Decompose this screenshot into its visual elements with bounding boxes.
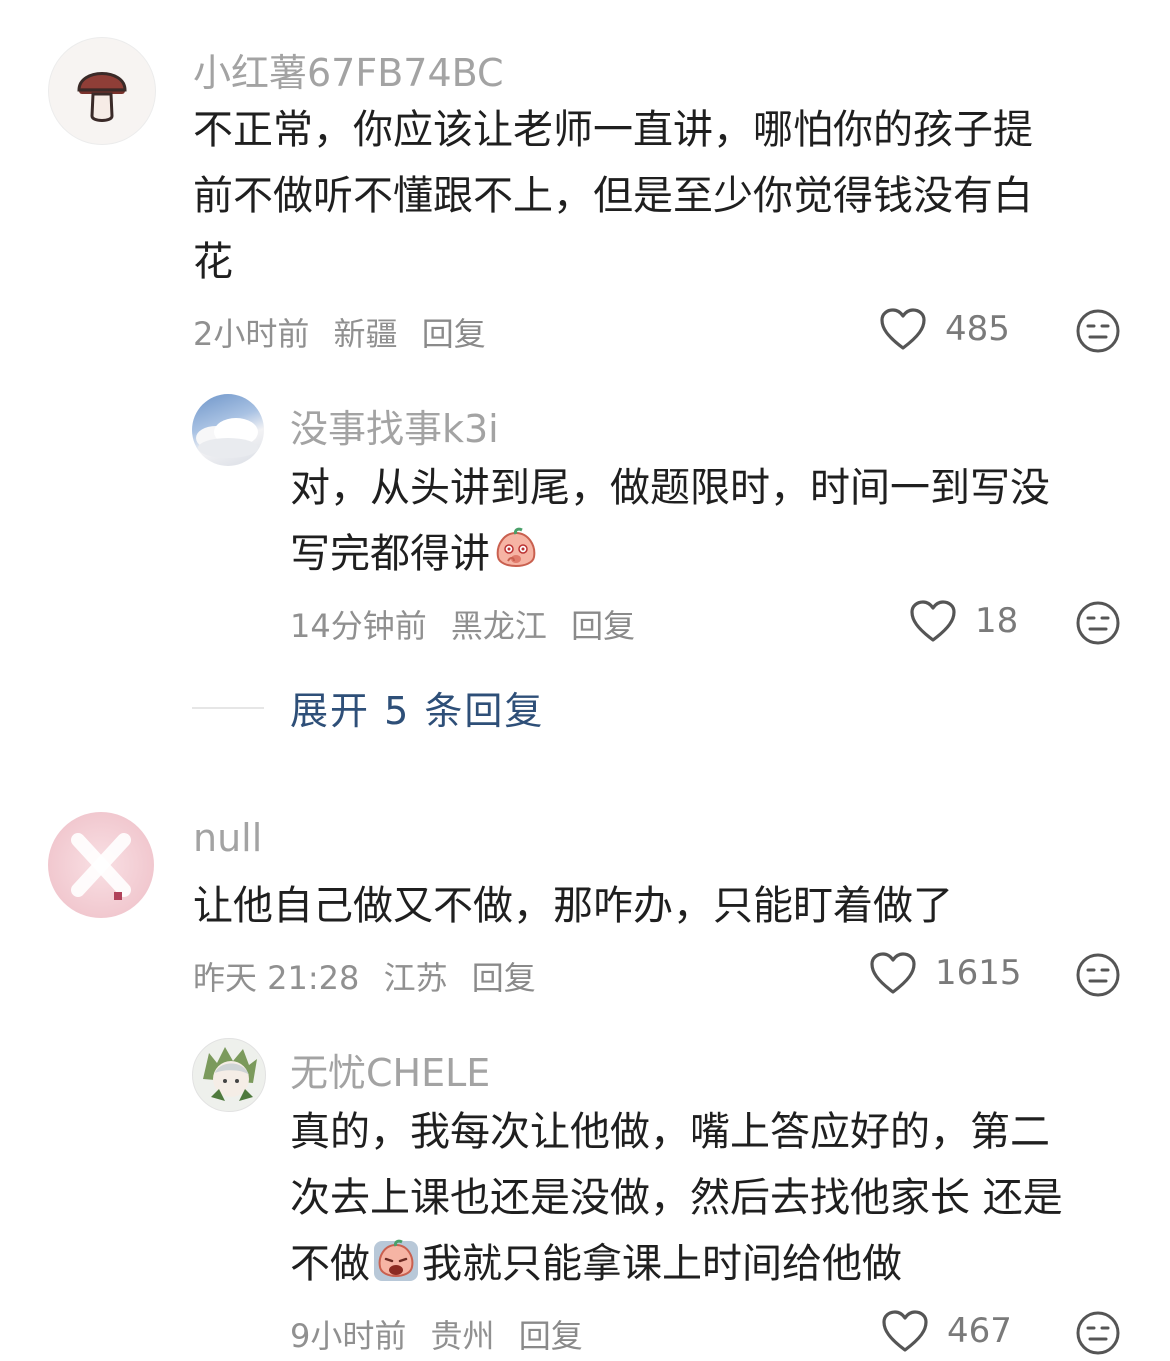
reply-line: 对，从头讲到尾，做题限时，时间一到写没 <box>290 465 1050 511</box>
comment-meta: 2小时前 新疆 回复 <box>193 309 500 355</box>
comment-location: 江苏 <box>383 959 448 997</box>
heart-icon <box>910 600 956 642</box>
mushroom-avatar[interactable] <box>48 37 156 145</box>
reply-button[interactable]: 回复 <box>519 1317 583 1355</box>
comment-line: 不正常，你应该让老师一直讲，哪怕你的孩子提 <box>193 107 1033 153</box>
anime-character-icon <box>203 1047 257 1101</box>
reply-location: 贵州 <box>430 1317 495 1355</box>
reply-meta: 9小时前 贵州 回复 <box>290 1311 597 1357</box>
reply-line: 次去上课也还是没做，然后去找他家长 还是 <box>290 1175 1063 1221</box>
reply-location: 黑龙江 <box>450 607 547 645</box>
reply-line: 写完都得讲 <box>290 521 1120 587</box>
shy-peach-emoji-icon <box>496 527 536 567</box>
dislike-face-icon[interactable] <box>1075 600 1121 646</box>
x-mark-icon <box>71 833 131 900</box>
comment-text: 不正常，你应该让老师一直讲，哪怕你的孩子提 前不做听不懂跟不上，但是至少你觉得钱… <box>193 97 1113 295</box>
reply-text: 真的，我每次让他做，嘴上答应好的，第二 次去上课也还是没做，然后去找他家长 还是… <box>290 1099 1120 1297</box>
heart-icon <box>880 308 926 350</box>
reply-text: 对，从头讲到尾，做题限时，时间一到写没 写完都得讲 <box>290 455 1120 587</box>
anime-avatar[interactable] <box>192 1038 266 1112</box>
heart-icon <box>882 1310 928 1352</box>
like-count: 1615 <box>935 953 1022 993</box>
reply-line-text: 写完都得讲 <box>290 531 490 577</box>
comment-text: 让他自己做又不做，那咋办，只能盯着做了 <box>193 873 1113 939</box>
comment-location: 新疆 <box>333 315 398 353</box>
cloud-avatar[interactable] <box>192 394 264 466</box>
reply-line-text: 我就只能拿课上时间给他做 <box>422 1241 902 1287</box>
comment-username[interactable]: 小红薯67FB74BC <box>193 42 504 97</box>
reply-button[interactable]: 回复 <box>422 315 486 353</box>
pink-x-avatar[interactable] <box>48 812 154 918</box>
reply-button[interactable]: 回复 <box>472 959 536 997</box>
expand-divider <box>192 706 264 709</box>
comment-line: 前不做听不懂跟不上，但是至少你觉得钱没有白 <box>193 173 1033 219</box>
reply-line: 不做 我就只能拿课上时间给他做 <box>290 1231 1120 1297</box>
comment-line: 让他自己做又不做，那咋办，只能盯着做了 <box>193 883 953 929</box>
dislike-face-icon[interactable] <box>1075 308 1121 354</box>
expand-replies-label[interactable]: 展开 5 条回复 <box>290 680 544 735</box>
like-button[interactable]: 467 <box>881 1309 1012 1353</box>
heart-icon <box>870 952 916 994</box>
reply-line: 真的，我每次让他做，嘴上答应好的，第二 <box>290 1109 1050 1155</box>
reply-time: 9小时前 <box>290 1317 407 1355</box>
comment-time: 2小时前 <box>193 315 310 353</box>
reply-username[interactable]: 无忧CHELE <box>290 1042 490 1097</box>
like-count: 485 <box>945 309 1010 349</box>
mushroom-icon <box>77 72 127 122</box>
like-count: 467 <box>947 1311 1012 1351</box>
cloud-icon <box>196 418 258 458</box>
like-count: 18 <box>975 601 1019 641</box>
crying-peach-emoji-icon <box>374 1239 418 1281</box>
like-button[interactable]: 485 <box>879 307 1010 351</box>
comment-meta: 昨天 21:28 江苏 回复 <box>193 953 550 999</box>
dislike-face-icon[interactable] <box>1075 952 1121 998</box>
dislike-face-icon[interactable] <box>1075 1310 1121 1356</box>
expand-replies[interactable]: 展开 5 条回复 <box>192 680 544 735</box>
reply-time: 14分钟前 <box>290 607 427 645</box>
reply-meta: 14分钟前 黑龙江 回复 <box>290 601 649 647</box>
reply-line-text: 不做 <box>290 1241 370 1287</box>
comment-time: 昨天 21:28 <box>193 959 360 997</box>
like-button[interactable]: 18 <box>909 599 1018 643</box>
reply-button[interactable]: 回复 <box>571 607 635 645</box>
comment-line: 花 <box>193 239 233 285</box>
like-button[interactable]: 1615 <box>869 951 1022 995</box>
reply-username[interactable]: 没事找事k3i <box>290 398 499 453</box>
comment-username[interactable]: null <box>193 816 262 860</box>
